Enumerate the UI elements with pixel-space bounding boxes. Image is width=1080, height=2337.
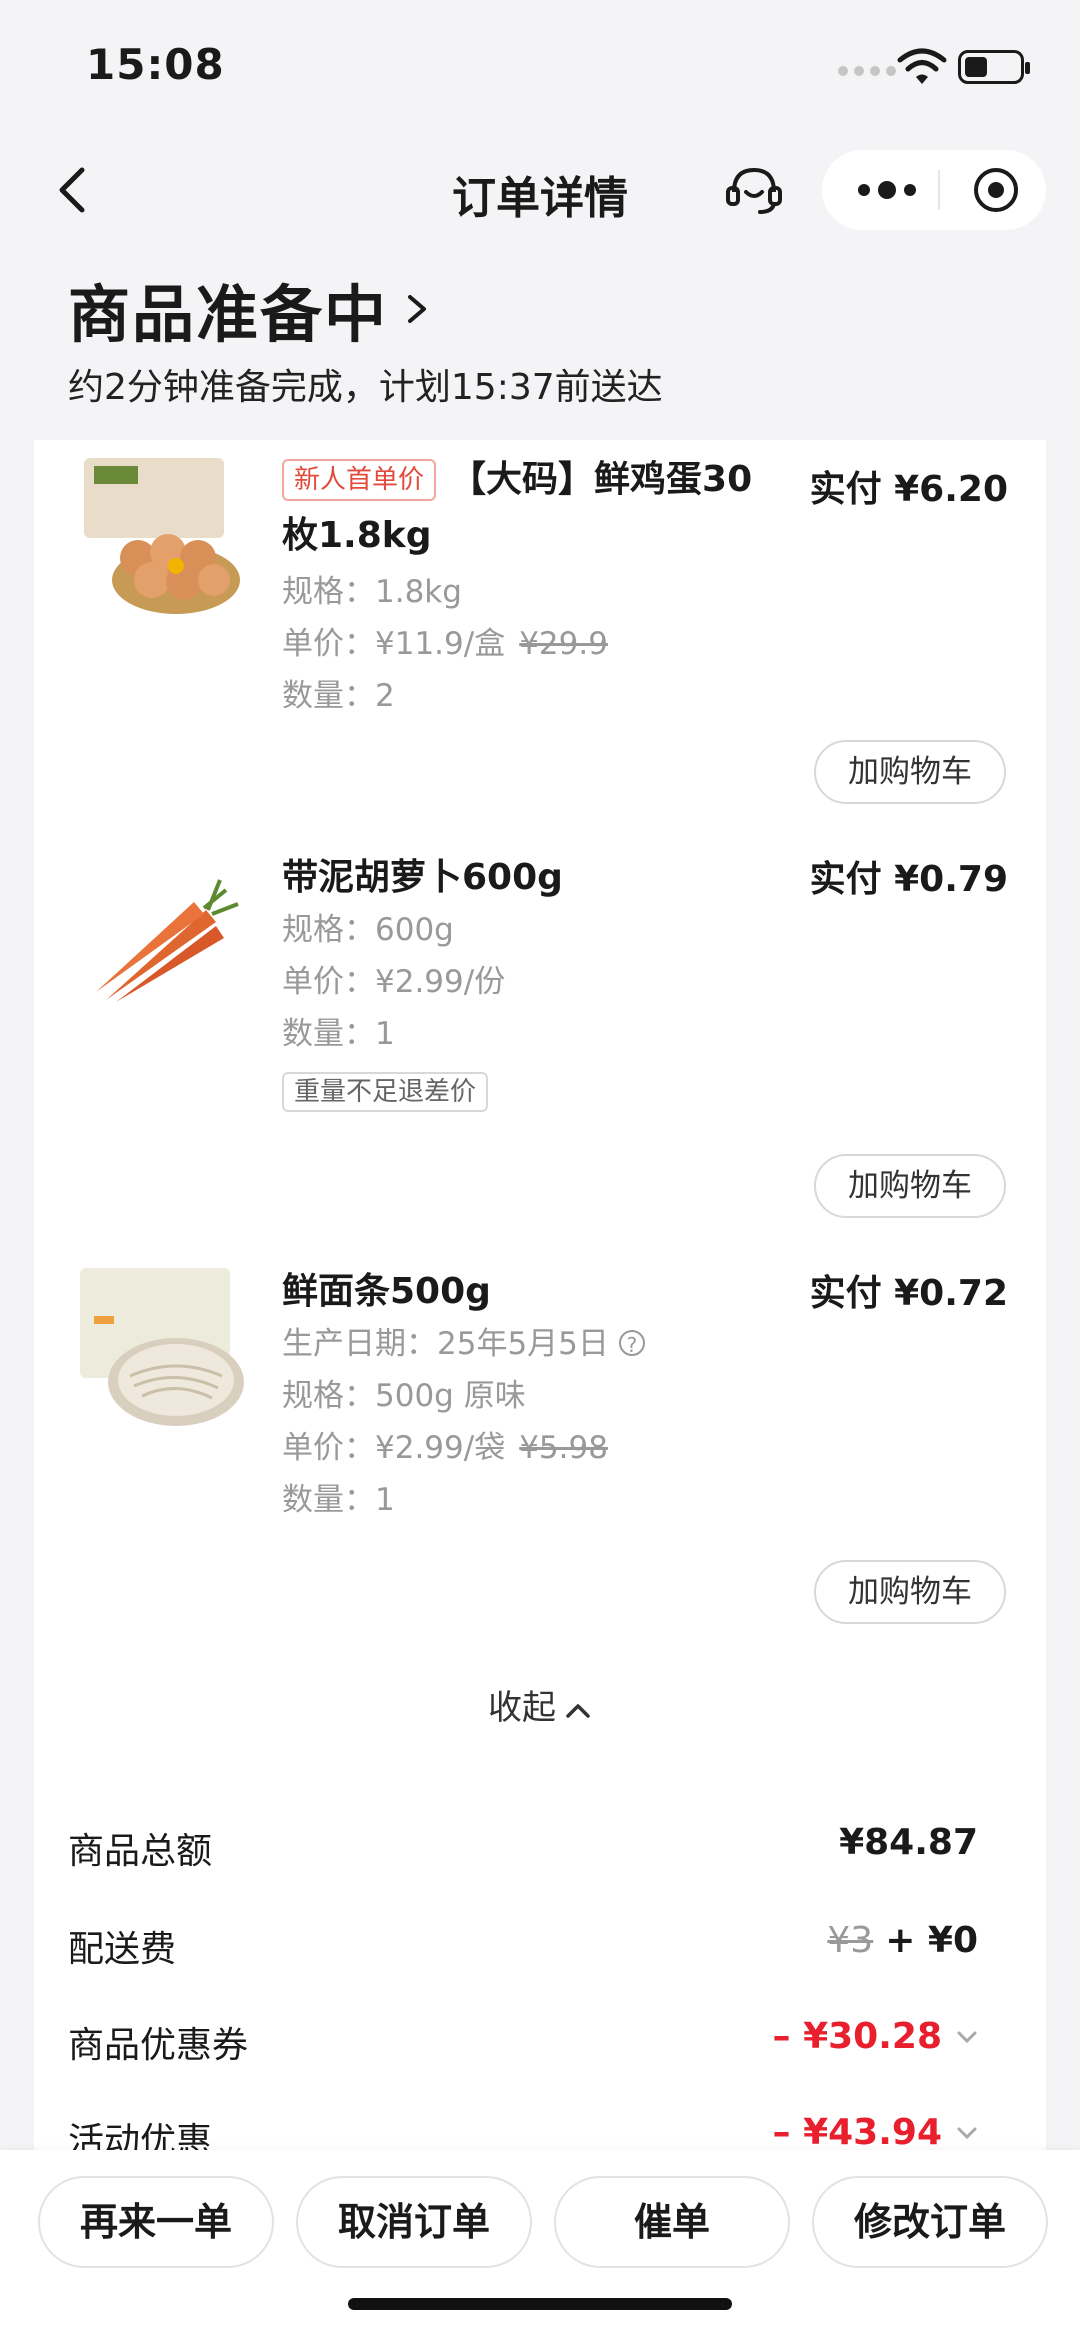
order-item: 新人首单价 【大码】鲜鸡蛋30枚1.8kg 实付 ¥6.20 规格：1.8kg 单…	[34, 440, 1046, 840]
battery-icon	[958, 50, 1030, 84]
capsule-divider	[938, 170, 940, 210]
order-status-title[interactable]: 商品准备中	[68, 264, 430, 354]
order-item: 带泥胡萝卜600g 实付 ¥0.79 规格：600g 单价：¥2.99/份 数量…	[34, 850, 1046, 1260]
item-spec: 规格：1.8kg	[282, 574, 462, 610]
add-to-cart-button[interactable]: 加购物车	[814, 740, 1006, 804]
more-icon[interactable]	[852, 172, 922, 208]
noodle-product-image[interactable]	[76, 1264, 246, 1434]
order-status-text: 商品准备中	[68, 278, 389, 351]
order-item: 鲜面条500g 实付 ¥0.72 生产日期：25年5月5日? 规格：500g 原…	[34, 1264, 1046, 1674]
help-icon[interactable]: ?	[618, 1330, 645, 1357]
item-name: 带泥胡萝卜600g	[282, 857, 563, 898]
summary-value: – ¥30.28	[773, 2016, 978, 2057]
item-quantity: 数量：2	[282, 678, 395, 714]
status-time: 15:08	[86, 40, 225, 89]
egg-product-image[interactable]	[76, 454, 246, 624]
original-delivery-fee: ¥3	[827, 1920, 874, 1961]
chevron-down-icon	[957, 2031, 977, 2044]
order-status-subtitle: 约2分钟准备完成，计划15:37前送达	[68, 367, 663, 408]
urge-order-button[interactable]: 催单	[554, 2176, 790, 2268]
item-quantity: 数量：1	[282, 1016, 395, 1052]
collapse-label: 收起	[488, 1688, 556, 1728]
signal-icon	[838, 66, 896, 76]
summary-value: – ¥43.94	[773, 2112, 978, 2153]
summary-label: 商品优惠券	[68, 2025, 249, 2066]
original-price: ¥29.9	[519, 626, 608, 662]
home-indicator	[348, 2298, 732, 2310]
weight-refund-tag: 重量不足退差价	[282, 1072, 489, 1112]
item-paid-amount: 实付 ¥0.79	[809, 859, 1008, 900]
item-quantity: 数量：1	[282, 1482, 395, 1518]
mini-program-capsule	[822, 150, 1046, 230]
item-name: 新人首单价 【大码】鲜鸡蛋30枚1.8kg	[282, 459, 753, 556]
status-bar: 15:08	[0, 0, 1080, 130]
collapse-toggle[interactable]: 收起	[34, 1680, 1046, 1729]
chevron-right-icon	[408, 295, 427, 323]
summary-label: 商品总额	[68, 1831, 213, 1872]
cancel-order-button[interactable]: 取消订单	[296, 2176, 532, 2268]
chevron-down-icon	[957, 2127, 977, 2140]
item-production-date: 生产日期：25年5月5日?	[282, 1318, 645, 1370]
customer-service-icon[interactable]	[724, 162, 784, 218]
item-name: 鲜面条500g	[282, 1271, 491, 1312]
modify-order-button[interactable]: 修改订单	[812, 2176, 1048, 2268]
nav-bar: 订单详情	[0, 140, 1080, 240]
reorder-button[interactable]: 再来一单	[38, 2176, 274, 2268]
new-user-price-tag: 新人首单价	[282, 459, 437, 501]
chevron-up-icon	[566, 1703, 590, 1718]
item-unit-price: 单价：¥2.99/份	[282, 964, 506, 1000]
original-price: ¥5.98	[519, 1430, 608, 1466]
summary-value: ¥84.87	[839, 1822, 978, 1863]
item-unit-price: 单价：¥11.9/盒 ¥29.9	[282, 626, 608, 662]
summary-label: 配送费	[68, 1929, 177, 1970]
item-paid-amount: 实付 ¥0.72	[809, 1273, 1008, 1314]
item-paid-amount: 实付 ¥6.20	[809, 469, 1008, 510]
carrot-product-image[interactable]	[76, 850, 246, 1020]
add-to-cart-button[interactable]: 加购物车	[814, 1560, 1006, 1624]
wifi-icon	[897, 48, 947, 84]
order-card: 新人首单价 【大码】鲜鸡蛋30枚1.8kg 实付 ¥6.20 规格：1.8kg 单…	[34, 440, 1046, 2230]
add-to-cart-button[interactable]: 加购物车	[814, 1154, 1006, 1218]
item-unit-price: 单价：¥2.99/袋 ¥5.98	[282, 1430, 608, 1466]
item-spec: 规格：500g 原味	[282, 1378, 526, 1414]
summary-value: ¥3 + ¥0	[827, 1920, 978, 1961]
close-mini-program-icon[interactable]	[972, 166, 1020, 214]
item-spec: 规格：600g	[282, 912, 454, 948]
